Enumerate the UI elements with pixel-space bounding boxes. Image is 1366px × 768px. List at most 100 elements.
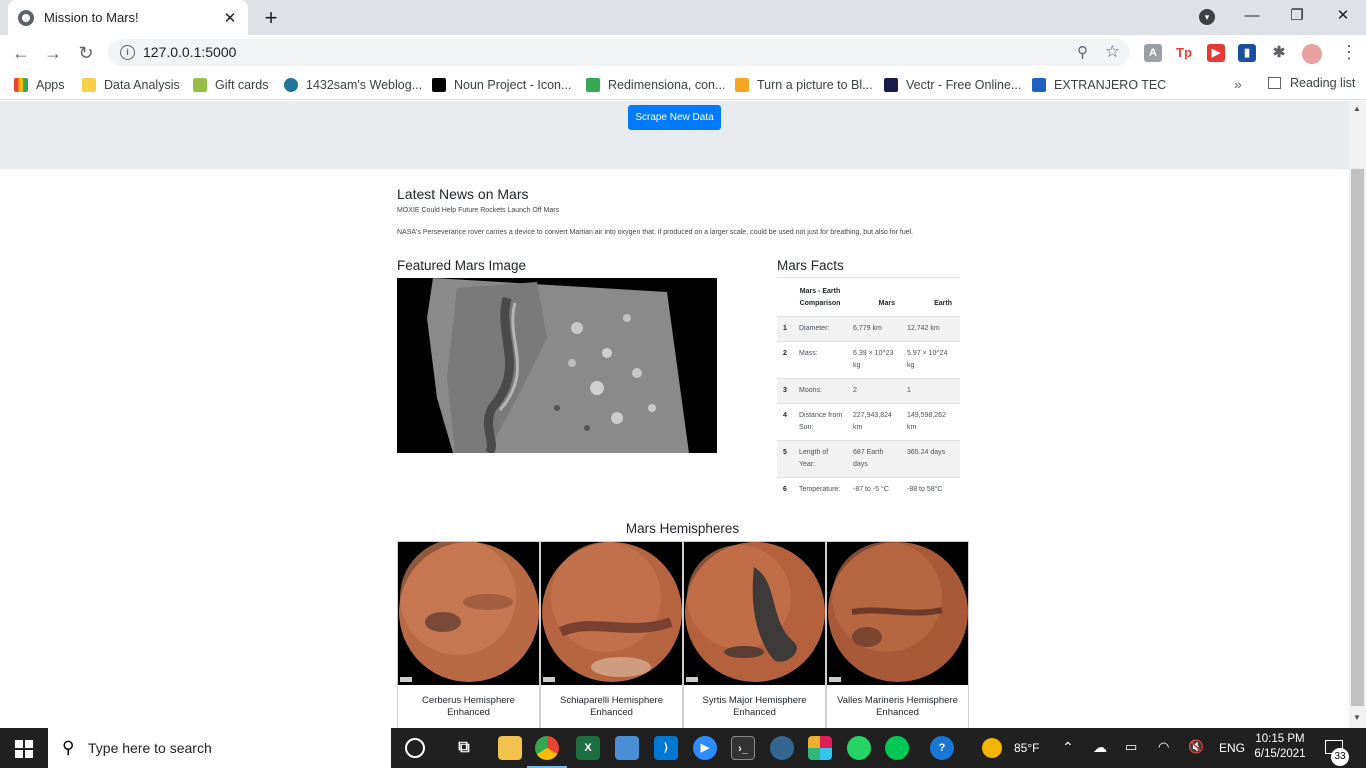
hemisphere-card[interactable]: Syrtis Major Hemisphere Enhanced (683, 541, 826, 728)
file-explorer-icon[interactable] (498, 736, 522, 760)
reading-list-label: Reading list (1290, 76, 1356, 90)
site-info-icon[interactable]: i (120, 45, 135, 60)
extensions-puzzle-icon[interactable]: ✱ (1270, 44, 1288, 62)
bookmark-item[interactable]: EXTRANJERO TEC (1032, 76, 1166, 94)
page-viewport: Scrape New Data Latest News on Mars MOXI… (0, 101, 1349, 728)
taskbar-search-box[interactable]: ⚲ Type here to search (48, 728, 391, 768)
scrape-new-data-button[interactable]: Scrape New Data (628, 105, 721, 130)
close-tab-icon[interactable]: ✕ (222, 9, 238, 27)
schiaparelli-hemisphere-image (541, 542, 682, 685)
hemisphere-title: Valles Marineris Hemisphere Enhanced (837, 695, 958, 718)
hemisphere-card[interactable]: Valles Marineris Hemisphere Enhanced (826, 541, 969, 728)
news-headline: MOXIE Could Help Future Rockets Launch O… (397, 207, 560, 214)
bookmark-label: Data Analysis (104, 78, 180, 92)
bookmarks-bar: Apps Data Analysis Gift cards 1432sam's … (0, 70, 1366, 100)
excel-icon[interactable]: X (576, 736, 600, 760)
clock-date: 6/15/2021 (1254, 748, 1306, 760)
row-label: Temperature: (795, 477, 849, 502)
zoom-icon[interactable]: ⚲ (1077, 43, 1088, 61)
cortana-icon[interactable] (405, 738, 425, 758)
reload-button[interactable]: ↻ (74, 41, 98, 65)
hemisphere-card[interactable]: Schiaparelli Hemisphere Enhanced (540, 541, 683, 728)
bookmark-item[interactable]: Vectr - Free Online... (884, 76, 1021, 94)
back-button[interactable]: ← (9, 41, 33, 65)
whatsapp-icon[interactable] (847, 736, 871, 760)
valles-marineris-hemisphere-image (827, 542, 968, 685)
chrome-icon[interactable] (535, 736, 559, 760)
forward-button[interactable]: → (41, 41, 65, 65)
search-icon: ⚲ (62, 738, 75, 757)
table-row: 2 Mass: 6.39 × 10^23 kg 5.97 × 10^24 kg (777, 341, 960, 379)
row-index: 3 (777, 378, 795, 404)
gear-blue-icon (1032, 78, 1046, 92)
minimize-button[interactable]: — (1229, 4, 1275, 28)
restore-button[interactable]: ❐ (1274, 4, 1320, 28)
comparison-header: Mars - Earth Comparison (799, 288, 841, 307)
bookmark-label: Redimensiona, con... (608, 78, 726, 92)
weather-temperature[interactable]: 85°F (1014, 741, 1039, 755)
apps-grid-icon (14, 78, 28, 92)
system-clock[interactable]: 10:15 PM 6/15/2021 (1245, 732, 1315, 762)
url-text[interactable]: 127.0.0.1:5000 (143, 44, 236, 60)
profile-avatar[interactable] (1302, 44, 1322, 64)
bookmark-item[interactable]: Turn a picture to Bl... (735, 76, 873, 94)
terminal-icon[interactable]: ›_ (731, 736, 755, 760)
slack-icon[interactable] (808, 736, 832, 760)
mars-facts-table: Mars - Earth Comparison Mars Earth 1 Dia… (777, 278, 960, 502)
address-bar[interactable]: i 127.0.0.1:5000 ⚲ ☆ (108, 39, 1130, 66)
hemisphere-title: Schiaparelli Hemisphere Enhanced (560, 695, 663, 718)
mute-speaker-icon[interactable]: 🔇 (1188, 739, 1204, 755)
more-bookmarks-button[interactable]: » (1234, 76, 1242, 92)
scroll-up-icon[interactable]: ▲ (1353, 104, 1361, 113)
browser-menu-icon[interactable]: ⋮ (1340, 42, 1358, 63)
bookmark-label: Vectr - Free Online... (906, 78, 1022, 92)
mongodb-icon[interactable] (885, 736, 909, 760)
bookmark-item[interactable]: Gift cards (193, 76, 269, 94)
row-index: 6 (777, 477, 795, 502)
tab-search-icon[interactable]: ▾ (1199, 9, 1215, 25)
bookmark-star-icon[interactable]: ☆ (1105, 42, 1120, 62)
scroll-down-icon[interactable]: ▼ (1353, 713, 1361, 722)
news-heading: Latest News on Mars (397, 186, 529, 202)
bookmark-item[interactable]: Data Analysis (82, 76, 180, 94)
hemisphere-card[interactable]: Cerberus Hemisphere Enhanced (397, 541, 540, 728)
language-indicator[interactable]: ENG (1219, 741, 1245, 755)
reading-list-icon (1268, 77, 1281, 89)
vectr-icon (884, 78, 898, 92)
row-index: 1 (777, 316, 795, 342)
windows-start-icon[interactable] (15, 740, 33, 758)
close-window-button[interactable]: ✕ (1320, 4, 1366, 28)
mars-header: Mars (878, 300, 895, 307)
earth-value: 365.24 days (903, 440, 960, 478)
new-tab-button[interactable]: + (260, 5, 282, 31)
zoom-app-icon[interactable]: ▶ (693, 736, 717, 760)
bookmark-item[interactable]: 1432sam's Weblog... (284, 76, 422, 94)
mars-value: 687 Earth days (849, 440, 903, 478)
tray-chevron-icon[interactable]: ⌃ (1062, 739, 1074, 756)
extension-video-icon[interactable]: ▶ (1207, 44, 1225, 62)
extension-book-icon[interactable]: ▮ (1238, 44, 1256, 62)
earth-value: 12,742 km (903, 316, 960, 342)
wifi-icon[interactable]: ◠ (1158, 739, 1169, 755)
page-scrollbar[interactable]: ▲ ▼ (1349, 101, 1366, 728)
extension-tp-icon[interactable]: Tp (1175, 44, 1193, 62)
row-label: Length of Year: (795, 440, 849, 478)
browser-tab[interactable]: Mission to Mars! ✕ (8, 0, 248, 35)
reading-list-button[interactable]: Reading list (1268, 76, 1355, 90)
bookmark-label: Noun Project - Icon... (454, 78, 572, 92)
weather-icon[interactable] (982, 738, 1002, 758)
battery-icon[interactable]: ▭ (1125, 739, 1137, 755)
photos-icon[interactable] (615, 736, 639, 760)
vscode-icon[interactable]: ⟩ (654, 736, 678, 760)
postgres-icon[interactable] (770, 736, 794, 760)
extension-a-icon[interactable]: A (1144, 44, 1162, 62)
bookmark-label: EXTRANJERO TEC (1054, 78, 1167, 92)
onedrive-icon[interactable]: ☁ (1093, 739, 1107, 756)
row-label: Mass: (795, 341, 849, 379)
bookmark-item[interactable]: Noun Project - Icon... (432, 76, 571, 94)
task-view-icon[interactable]: ⧉ (452, 736, 476, 760)
scrollbar-thumb[interactable] (1351, 169, 1364, 706)
help-icon[interactable]: ? (930, 736, 954, 760)
bookmark-item[interactable]: Apps (14, 76, 65, 94)
bookmark-item[interactable]: Redimensiona, con... (586, 76, 725, 94)
